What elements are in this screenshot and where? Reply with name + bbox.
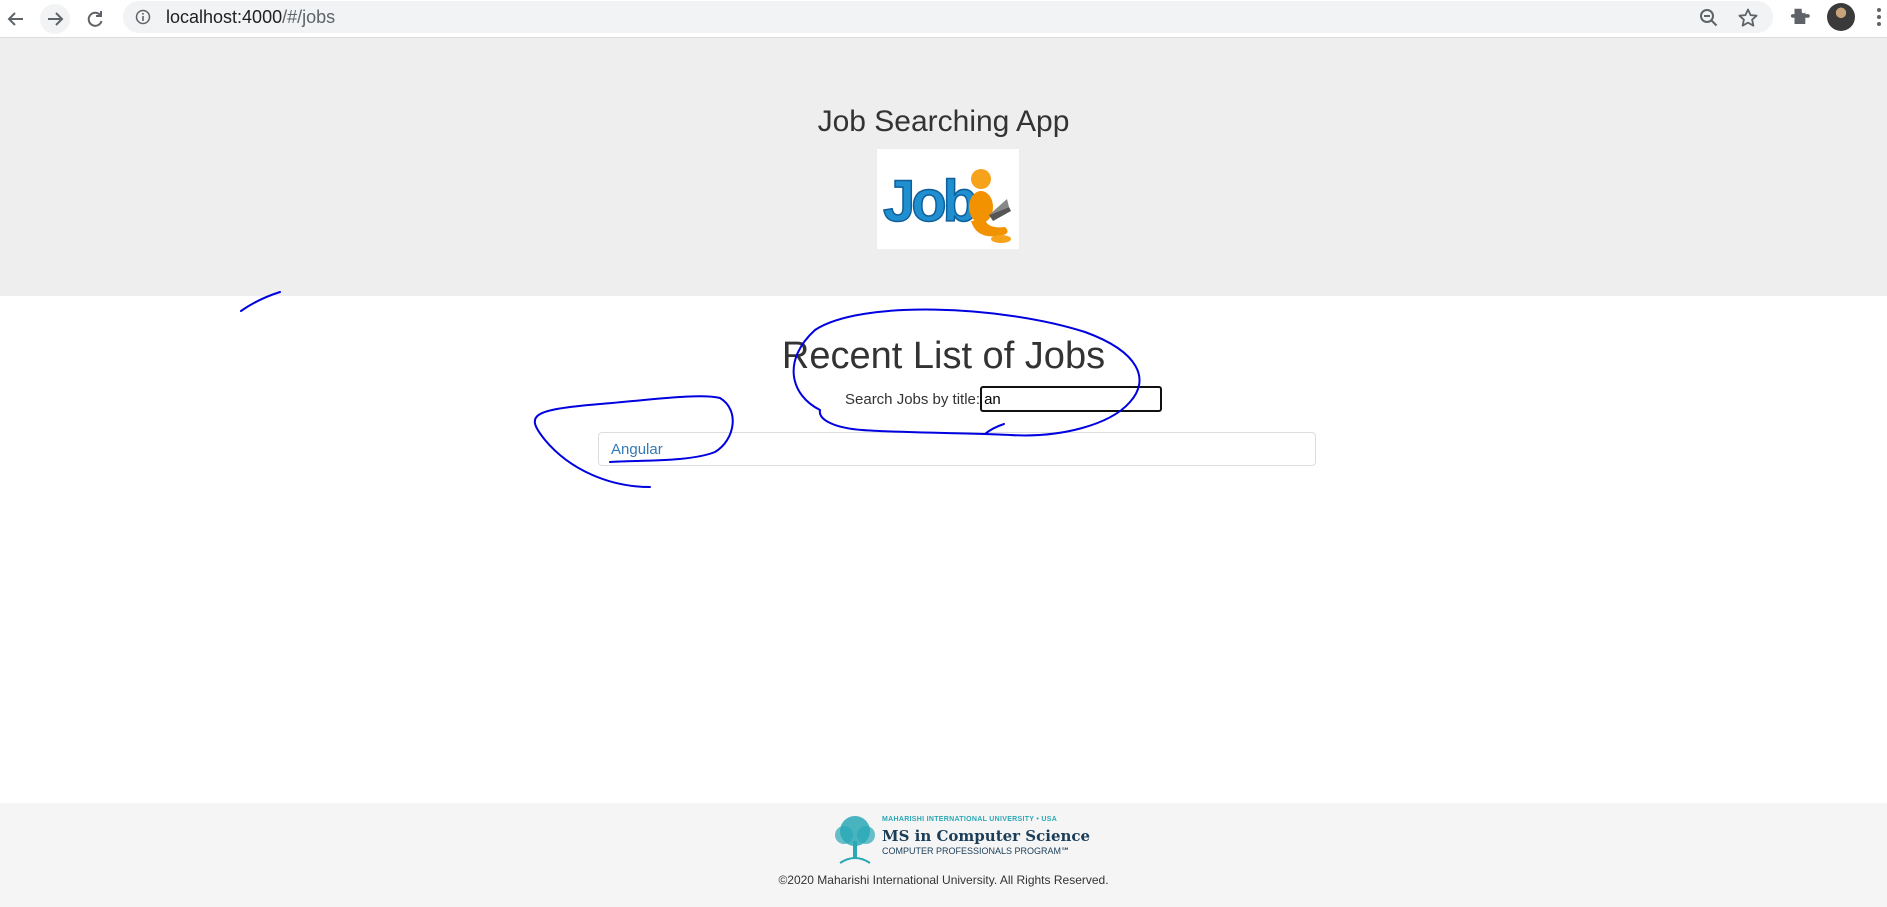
jobs-logo-image: Job xyxy=(877,149,1019,249)
address-bar[interactable]: localhost:4000/#/jobs xyxy=(123,1,1773,33)
page-heading: Recent List of Jobs xyxy=(781,335,1106,377)
extensions-icon[interactable] xyxy=(1789,6,1813,30)
profile-avatar[interactable] xyxy=(1827,3,1855,31)
app-title: Job Searching App xyxy=(817,105,1070,138)
star-icon[interactable] xyxy=(1737,7,1759,29)
app-header: Job Searching App Job xyxy=(0,38,1887,296)
program-title: MS in Computer Science xyxy=(882,827,1091,845)
search-title-input[interactable] xyxy=(980,386,1163,412)
footer: MAHARISHI INTERNATIONAL UNIVERSITY • USA… xyxy=(0,803,1887,907)
search-row: Search Jobs by title: xyxy=(845,386,1163,412)
site-info-icon[interactable] xyxy=(135,9,151,25)
forward-arrow-icon[interactable] xyxy=(40,4,70,34)
university-logo: MAHARISHI INTERNATIONAL UNIVERSITY • USA… xyxy=(830,813,1090,867)
tree-logo-icon xyxy=(835,816,875,864)
job-link-angular[interactable]: Angular xyxy=(611,441,663,458)
copyright-text: ©2020 Maharishi International University… xyxy=(778,873,1109,887)
menu-icon[interactable] xyxy=(1874,5,1884,29)
url-path: /#/jobs xyxy=(282,7,336,27)
reload-icon[interactable] xyxy=(80,4,110,34)
job-list: Angular xyxy=(598,432,1316,466)
program-subtitle: COMPUTER PROFESSIONALS PROGRAM℠ xyxy=(882,846,1071,856)
svg-text:Job: Job xyxy=(883,169,977,234)
url-text[interactable]: localhost:4000/#/jobs xyxy=(166,7,335,28)
browser-toolbar: localhost:4000/#/jobs xyxy=(0,0,1887,38)
zoom-icon[interactable] xyxy=(1698,7,1720,29)
back-arrow-icon[interactable] xyxy=(1,4,31,34)
url-host: localhost:4000 xyxy=(166,7,283,27)
university-name-small: MAHARISHI INTERNATIONAL UNIVERSITY • USA xyxy=(882,816,1058,823)
search-label: Search Jobs by title: xyxy=(845,390,981,408)
